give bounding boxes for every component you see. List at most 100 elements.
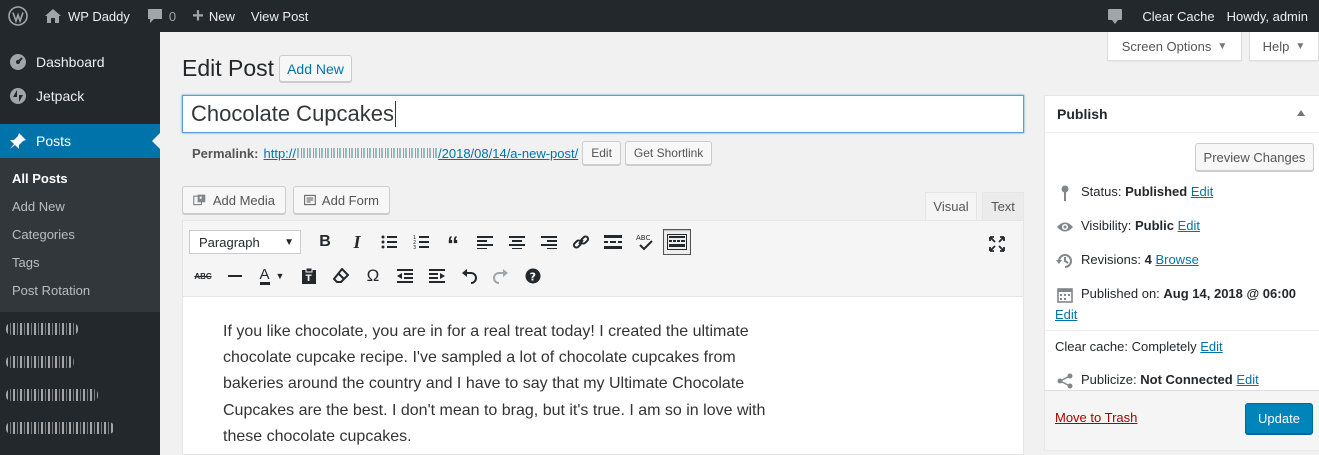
indent-icon (429, 269, 445, 283)
view-post-link[interactable]: View Post (243, 0, 317, 32)
submenu-categories[interactable]: Categories (0, 220, 160, 248)
format-select[interactable]: Paragraph ▼ (189, 230, 301, 254)
permalink-row: Permalink: http:// /2018/08/14/a-new-post… (192, 141, 713, 165)
toolbar-toggle-button[interactable] (663, 229, 691, 255)
paste-as-text-button[interactable]: T (295, 263, 323, 289)
edit-clear-cache-link[interactable]: Edit (1200, 339, 1222, 354)
help-button[interactable]: Help ▼ (1249, 32, 1319, 61)
edit-visibility-link[interactable]: Edit (1178, 218, 1200, 233)
align-left-button[interactable] (471, 229, 499, 255)
strikethrough-button[interactable]: ABC (189, 263, 217, 289)
text-color-button[interactable]: A ▼ (253, 263, 291, 289)
undo-button[interactable] (455, 263, 483, 289)
tab-text[interactable]: Text (982, 192, 1024, 221)
notification-icon[interactable] (1098, 0, 1132, 32)
media-icon (193, 194, 206, 206)
wordpress-logo-icon[interactable] (0, 0, 36, 32)
svg-text:?: ? (530, 271, 536, 284)
submenu-post-rotation[interactable]: Post Rotation (0, 276, 160, 304)
new-content-link[interactable]: + New (184, 0, 243, 32)
comments-link[interactable]: 0 (138, 0, 184, 32)
pushpin-icon (8, 131, 28, 151)
post-title-input[interactable]: Chocolate Cupcakes (182, 95, 1024, 133)
publish-heading-label: Publish (1057, 106, 1108, 122)
preview-changes-button[interactable]: Preview Changes (1195, 143, 1314, 171)
special-character-button[interactable]: Ω (359, 263, 387, 289)
clipboard-icon: T (302, 267, 316, 284)
distraction-free-button[interactable] (983, 231, 1011, 257)
eye-icon (1055, 218, 1075, 236)
permalink-suffix: /2018/08/14/a-new-post/ (438, 145, 579, 161)
editor-toolbar: Paragraph ▼ B I 123 “ ABC ABC A ▼ T Ω ? (183, 221, 1023, 297)
sidebar-item-posts[interactable]: Posts (0, 124, 160, 158)
update-button[interactable]: Update (1245, 403, 1313, 434)
publish-box: Publish Preview Changes Status: Publishe… (1044, 95, 1319, 450)
bullet-list-button[interactable] (375, 229, 403, 255)
published-on-label: Published on: (1081, 286, 1160, 301)
submenu-tags[interactable]: Tags (0, 248, 160, 276)
read-more-button[interactable] (599, 229, 627, 255)
sidebar-item-blurred[interactable] (0, 411, 160, 444)
collapse-arrow-icon[interactable] (1297, 110, 1305, 116)
site-name-link[interactable]: WP Daddy (36, 0, 138, 32)
numbered-list-button[interactable]: 123 (407, 229, 435, 255)
home-icon (45, 9, 61, 23)
submenu-add-new[interactable]: Add New (0, 192, 160, 220)
posts-submenu: All Posts Add New Categories Tags Post R… (0, 158, 160, 312)
outdent-button[interactable] (391, 263, 419, 289)
align-center-button[interactable] (503, 229, 531, 255)
add-form-button[interactable]: Add Form (293, 186, 390, 214)
horizontal-line-button[interactable] (221, 263, 249, 289)
howdy-account-menu[interactable]: Howdy, admin (1225, 0, 1319, 32)
svg-text:3: 3 (413, 245, 416, 249)
add-media-button[interactable]: Add Media (182, 186, 286, 214)
edit-publicize-link[interactable]: Edit (1236, 372, 1258, 387)
blockquote-button[interactable]: “ (439, 229, 467, 258)
admin-sidebar: Dashboard Jetpack Posts All Posts Add Ne… (0, 32, 160, 455)
clear-cache-link[interactable]: Clear Cache (1132, 0, 1224, 32)
sidebar-item-dashboard[interactable]: Dashboard (0, 45, 160, 79)
sidebar-item-jetpack[interactable]: Jetpack (0, 79, 160, 113)
sidebar-item-blurred[interactable] (0, 378, 160, 411)
redo-button[interactable] (487, 263, 515, 289)
screen-options-button[interactable]: Screen Options ▼ (1107, 32, 1242, 61)
get-shortlink-button[interactable]: Get Shortlink (624, 141, 713, 165)
publish-heading[interactable]: Publish (1045, 96, 1319, 133)
edit-permalink-button[interactable]: Edit (582, 141, 621, 165)
browse-revisions-link[interactable]: Browse (1155, 252, 1198, 267)
permalink-url[interactable]: http:// /2018/08/14/a-new-post/ (263, 146, 578, 161)
text-color-icon: A (259, 265, 270, 285)
clear-formatting-button[interactable] (327, 263, 355, 289)
italic-button[interactable]: I (343, 229, 371, 255)
edit-date-link[interactable]: Edit (1055, 307, 1315, 322)
bold-button[interactable]: B (311, 229, 339, 255)
align-right-button[interactable] (535, 229, 563, 255)
comment-icon (147, 9, 162, 23)
sidebar-item-blurred[interactable] (0, 312, 160, 345)
submenu-all-posts[interactable]: All Posts (0, 164, 160, 192)
history-icon (1055, 252, 1075, 270)
clear-cache-row: Clear cache: Completely Edit (1055, 339, 1223, 354)
status-label: Status: (1081, 184, 1122, 199)
indent-button[interactable] (423, 263, 451, 289)
admin-bar: WP Daddy 0 + New View Post Clear Cache H… (0, 0, 1319, 32)
add-form-label: Add Form (321, 192, 379, 208)
editor-content[interactable]: If you like chocolate, you are in for a … (183, 297, 823, 450)
spellcheck-button[interactable]: ABC (631, 229, 659, 255)
status-value: Published (1125, 184, 1188, 199)
clear-cache-value: Completely (1131, 339, 1197, 354)
move-to-trash-link[interactable]: Move to Trash (1055, 410, 1137, 425)
publicize-row: Publicize: Not Connected Edit (1055, 372, 1259, 390)
edit-status-link[interactable]: Edit (1191, 184, 1213, 199)
visibility-row: Visibility: Public Edit (1055, 218, 1200, 236)
add-new-post-button[interactable]: Add New (279, 55, 352, 82)
eraser-icon (333, 268, 349, 283)
sidebar-item-blurred[interactable] (0, 345, 160, 378)
permalink-prefix: http:// (263, 145, 297, 161)
insert-link-button[interactable] (567, 229, 595, 255)
calendar-icon (1055, 286, 1075, 304)
keyboard-shortcuts-button[interactable]: ? (519, 263, 547, 289)
tab-visual[interactable]: Visual (925, 192, 977, 221)
plus-icon: + (192, 5, 204, 27)
help-label: Help (1262, 38, 1290, 54)
